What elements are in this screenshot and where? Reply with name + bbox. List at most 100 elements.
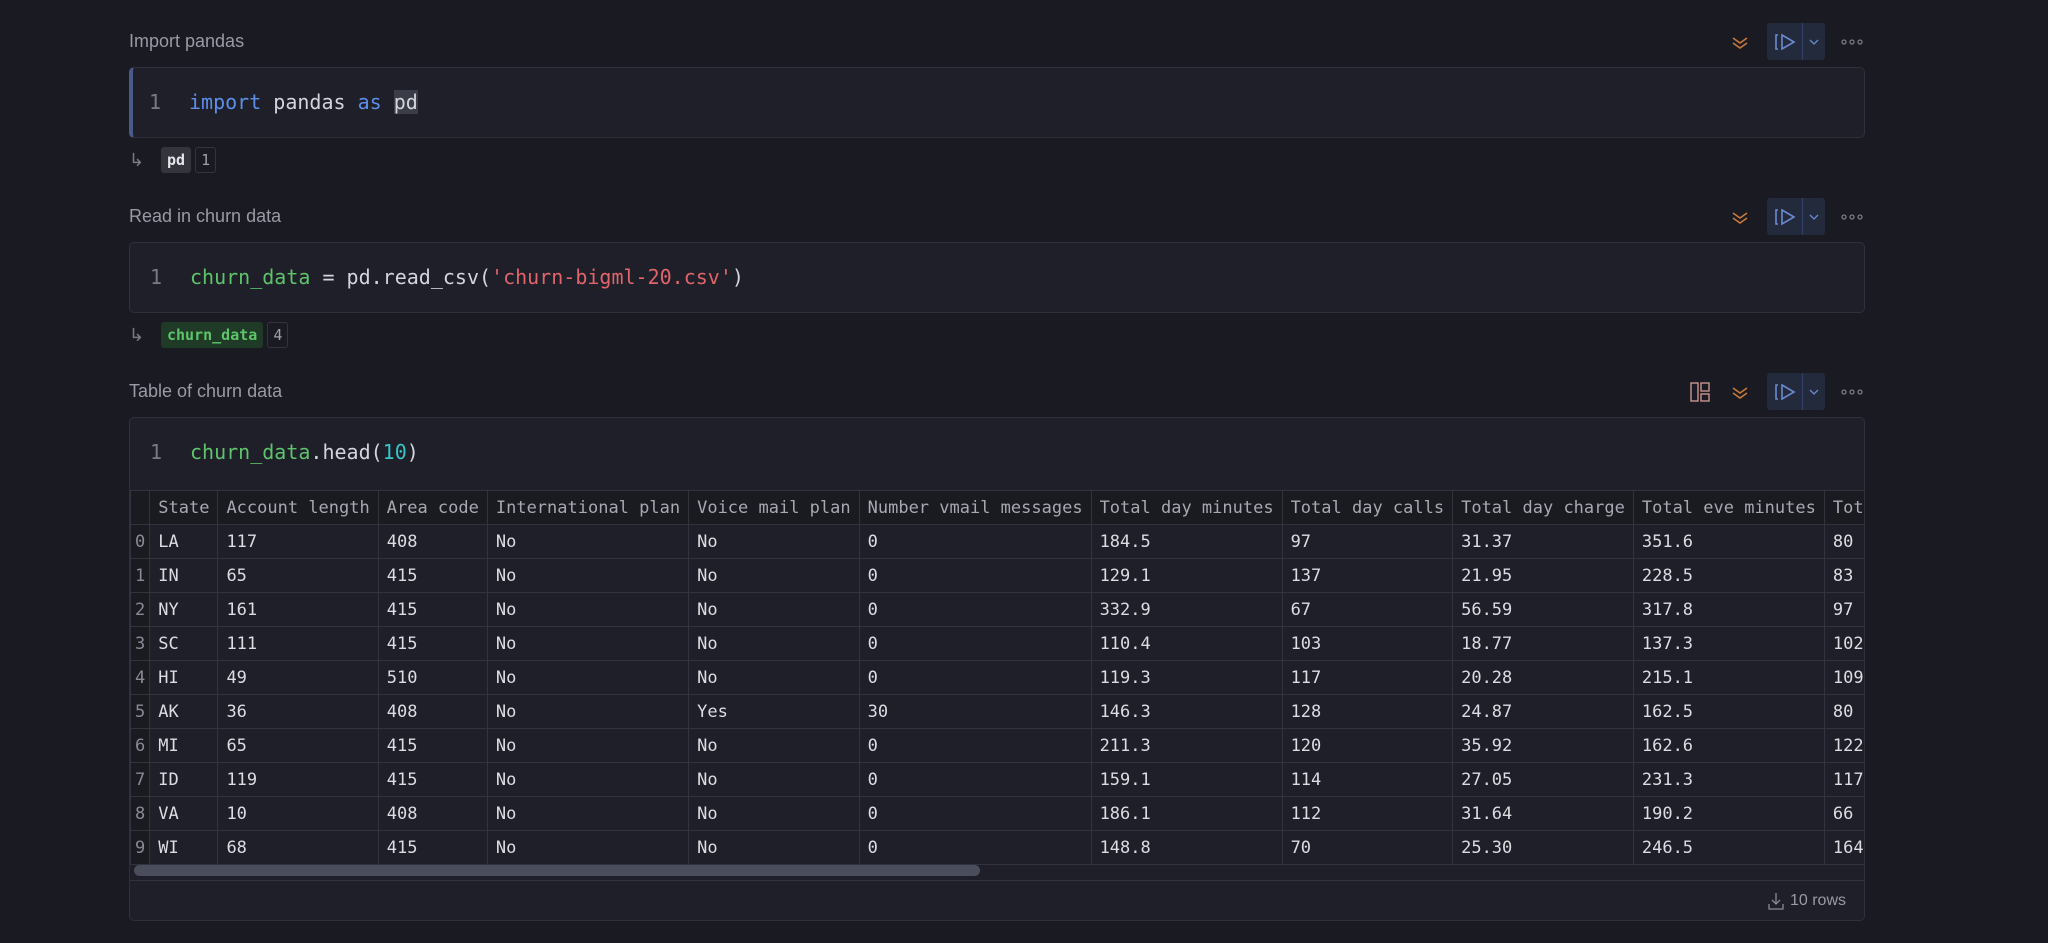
cell-toolbar xyxy=(1727,23,1865,60)
table-cell: 122 xyxy=(1823,728,1864,763)
table-cell: 117 xyxy=(1281,660,1454,695)
table-cell: 80 xyxy=(1823,694,1864,729)
table-cell: 56.59 xyxy=(1452,592,1634,627)
table-cell: 65 xyxy=(217,558,379,593)
table-cell: 211.3 xyxy=(1090,728,1283,763)
column-header[interactable]: Voice mail plan xyxy=(688,490,860,525)
table-cell: 162.5 xyxy=(1632,694,1825,729)
table-cell: 148.8 xyxy=(1090,830,1283,865)
table-cell: 35.92 xyxy=(1452,728,1634,763)
run-button[interactable] xyxy=(1767,198,1825,235)
output-arrow-icon: ↳ xyxy=(129,324,145,345)
table-cell: No xyxy=(688,728,860,763)
table-cell: 159.1 xyxy=(1090,762,1283,797)
table-cell: No xyxy=(688,558,860,593)
column-header[interactable]: Area code xyxy=(377,490,488,525)
table-cell: 65 xyxy=(217,728,379,763)
reactive-chevrons-icon[interactable] xyxy=(1727,379,1753,405)
column-header[interactable]: Total eve minutes xyxy=(1632,490,1825,525)
table-cell: 111 xyxy=(217,626,379,661)
variable-count: 4 xyxy=(267,322,289,348)
table-cell: 120 xyxy=(1281,728,1454,763)
column-header[interactable]: Total day minutes xyxy=(1090,490,1283,525)
table-row: 5 AK 36 408 No Yes 30 146.3 128 24.87 162.5 80 xyxy=(130,694,1864,729)
table-header-row: State Account length Area code Internationa… xyxy=(130,490,1864,525)
layout-icon[interactable] xyxy=(1687,379,1713,405)
table-cell: ID xyxy=(149,762,219,797)
table-cell: 109 xyxy=(1823,660,1864,695)
column-header[interactable]: Number vmail messages xyxy=(858,490,1092,525)
table-cell: 66 xyxy=(1823,796,1864,831)
table-cell: 415 xyxy=(377,728,488,763)
run-cell-icon[interactable] xyxy=(1767,198,1803,235)
table-cell: 114 xyxy=(1281,762,1454,797)
table-cell: No xyxy=(486,694,690,729)
table-cell: 408 xyxy=(377,694,488,729)
code-token: 10 xyxy=(382,440,407,464)
row-index: 3 xyxy=(130,626,151,661)
chevron-down-icon[interactable] xyxy=(1803,23,1825,60)
table-cell: 162.6 xyxy=(1632,728,1825,763)
run-button[interactable] xyxy=(1767,23,1825,60)
table-cell: 0 xyxy=(858,728,1092,763)
column-header[interactable] xyxy=(130,490,151,525)
table-cell: SC xyxy=(149,626,219,661)
table-cell: 70 xyxy=(1281,830,1454,865)
column-header[interactable]: Total day calls xyxy=(1281,490,1454,525)
table-cell: 146.3 xyxy=(1090,694,1283,729)
table-cell: No xyxy=(486,660,690,695)
table-row: 0 LA 117 408 No No 0 184.5 97 31.37 351.6 80 xyxy=(130,524,1864,559)
table-cell: MI xyxy=(149,728,219,763)
row-index: 9 xyxy=(130,830,151,865)
cell-toolbar xyxy=(1727,198,1865,235)
code-cell[interactable]: 1 import pandas as pd xyxy=(129,67,1865,138)
chevron-down-icon[interactable] xyxy=(1803,198,1825,235)
column-header[interactable]: Total eve calls xyxy=(1823,490,1864,525)
table-cell: 21.95 xyxy=(1452,558,1634,593)
horizontal-scrollbar[interactable] xyxy=(134,865,980,876)
table-cell: No xyxy=(688,524,860,559)
code-cell[interactable]: 1 churn_data = pd.read_csv('churn-bigml-2… xyxy=(129,242,1865,313)
code-token: as xyxy=(357,90,382,114)
run-button[interactable] xyxy=(1767,373,1825,410)
more-icon[interactable] xyxy=(1839,29,1865,55)
run-cell-icon[interactable] xyxy=(1767,373,1803,410)
chevron-down-icon[interactable] xyxy=(1803,373,1825,410)
variable-chip[interactable]: churn_data xyxy=(161,322,264,348)
table-row: 4 HI 49 510 No No 0 119.3 117 20.28 215.1 109 xyxy=(130,660,1864,695)
download-button[interactable]: 10 rows xyxy=(1768,892,1846,910)
reactive-chevrons-icon[interactable] xyxy=(1727,29,1753,55)
table-cell: 510 xyxy=(377,660,488,695)
row-index: 4 xyxy=(130,660,151,695)
table-cell: 117 xyxy=(217,524,379,559)
variable-chip[interactable]: pd xyxy=(161,147,192,173)
table-cell: 110.4 xyxy=(1090,626,1283,661)
table-row: 7 ID 119 415 No No 0 159.1 114 27.05 231.3 117 xyxy=(130,762,1864,797)
cell-title: Import pandas xyxy=(129,31,245,51)
column-header[interactable]: Account length xyxy=(217,490,379,525)
table-cell: No xyxy=(486,626,690,661)
table-row: 8 VA 10 408 No No 0 186.1 112 31.64 190.2 66 xyxy=(130,796,1864,831)
more-icon[interactable] xyxy=(1839,379,1865,405)
table-cell: 351.6 xyxy=(1632,524,1825,559)
table-cell: 186.1 xyxy=(1090,796,1283,831)
table-cell: 408 xyxy=(377,796,488,831)
table-cell: 0 xyxy=(858,762,1092,797)
code-cell[interactable]: 1 churn_data.head(10) State Account length… xyxy=(129,417,1865,921)
column-header[interactable]: Total day charge xyxy=(1452,490,1634,525)
table-cell: No xyxy=(486,524,690,559)
line-number: 1 xyxy=(149,90,162,114)
cell-output: ↳ pd 1 xyxy=(129,146,217,174)
more-icon[interactable] xyxy=(1839,204,1865,230)
table-cell: 24.87 xyxy=(1452,694,1634,729)
column-header[interactable]: State xyxy=(149,490,219,525)
table-cell: No xyxy=(688,626,860,661)
run-cell-icon[interactable] xyxy=(1767,23,1803,60)
cell-output: ↳ churn_data 4 xyxy=(129,321,289,349)
code-token: 'churn-bigml-20.csv' xyxy=(491,265,732,289)
row-index: 2 xyxy=(130,592,151,627)
row-count: 10 rows xyxy=(1789,892,1846,909)
column-header[interactable]: International plan xyxy=(486,490,690,525)
reactive-chevrons-icon[interactable] xyxy=(1727,204,1753,230)
code-token: ) xyxy=(406,440,419,464)
